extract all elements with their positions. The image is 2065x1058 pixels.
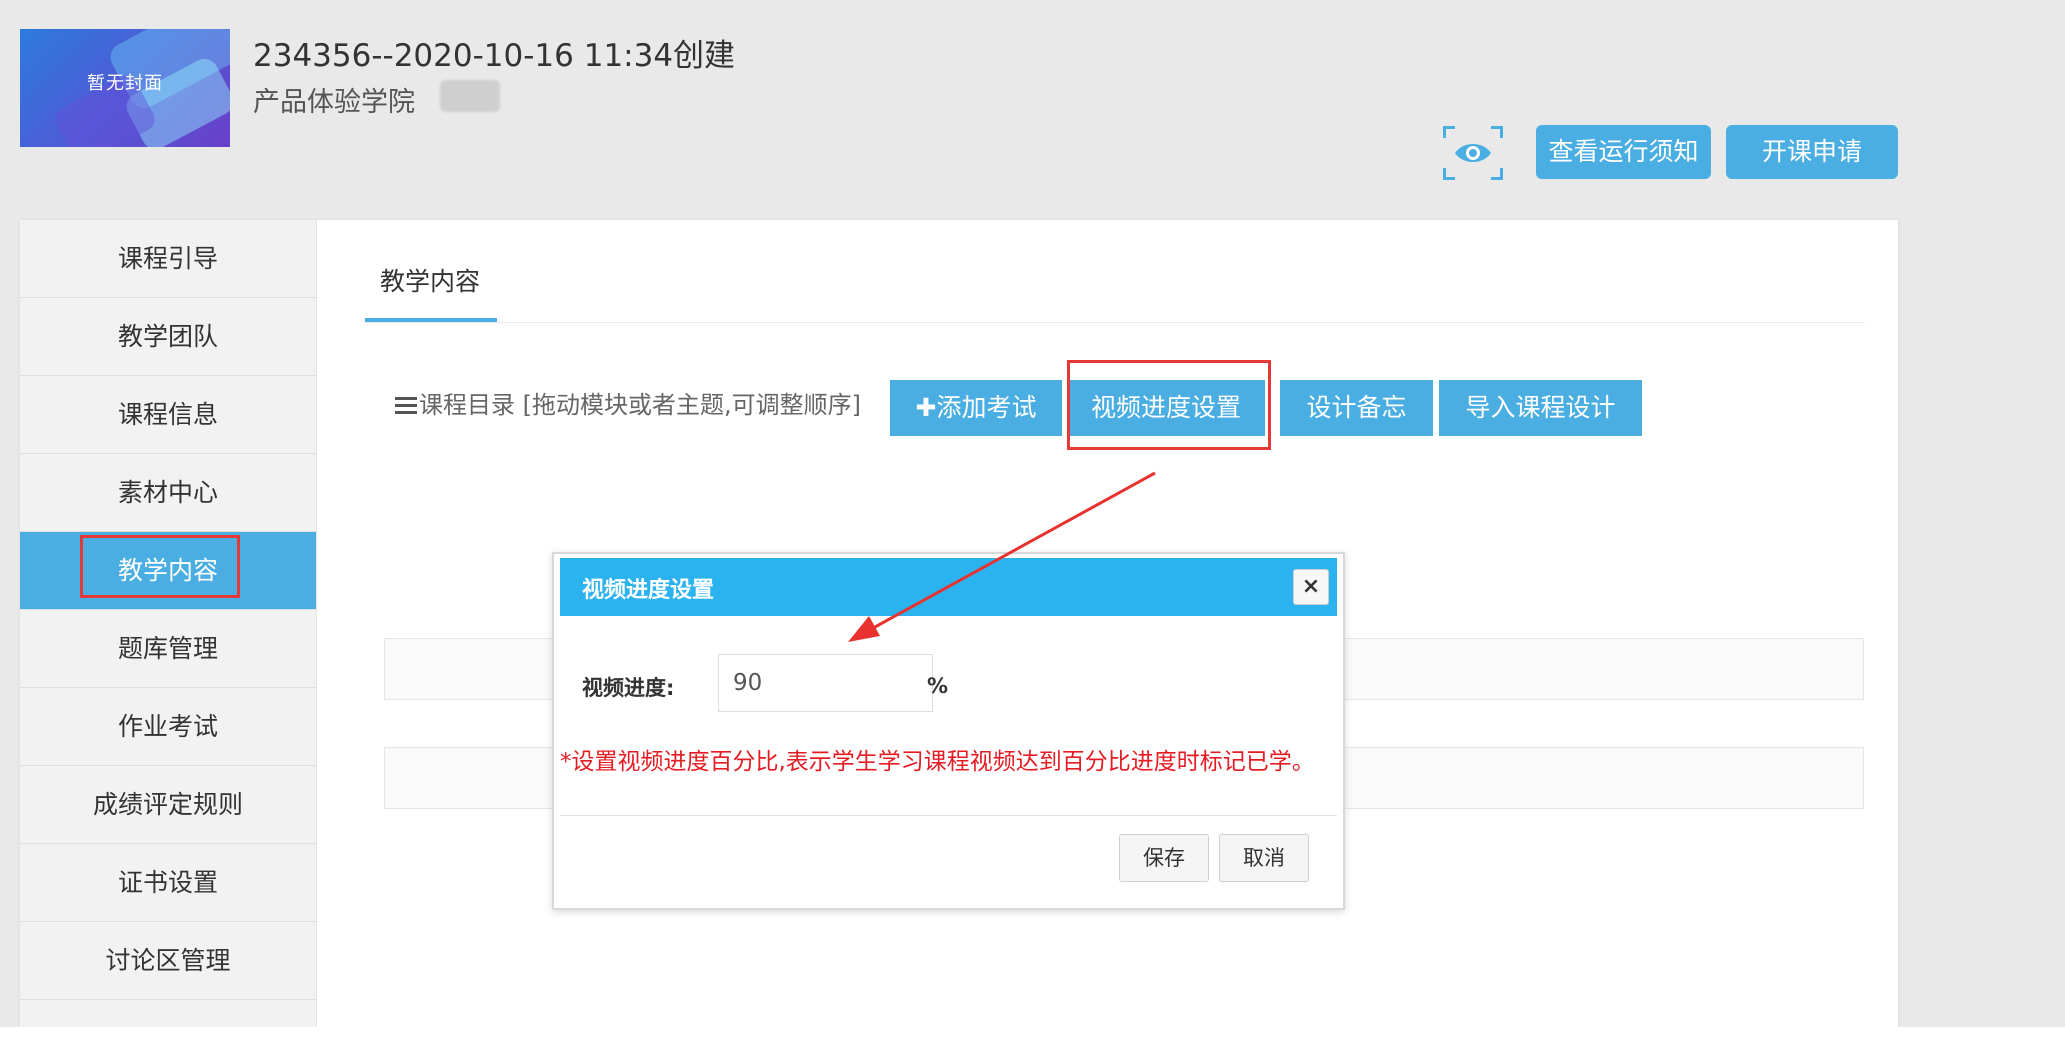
course-apply-button[interactable]: 开课申请 xyxy=(1726,125,1898,179)
sidebar-item-label: 素材中心 xyxy=(117,478,218,507)
sidebar-item-homework-exam[interactable]: 作业考试 xyxy=(20,688,316,766)
tab-divider xyxy=(365,322,1865,323)
list-icon xyxy=(395,397,417,414)
sidebar-item-label: 成绩评定规则 xyxy=(92,790,243,819)
sidebar-item-label: 课程引导 xyxy=(117,244,218,273)
progress-hint-text: *设置视频进度百分比,表示学生学习课程视频达到百分比进度时标记已学。 xyxy=(560,749,1315,775)
sidebar-item-course-guide[interactable]: 课程引导 xyxy=(20,220,316,298)
sidebar-item-grading-rules[interactable]: 成绩评定规则 xyxy=(20,766,316,844)
sidebar-item-teaching-content[interactable]: 教学内容 xyxy=(20,532,316,610)
preview-eye-button[interactable] xyxy=(1443,126,1503,180)
dialog-header: 视频进度设置 × xyxy=(560,558,1337,616)
sidebar-item-label: 证书设置 xyxy=(117,868,218,897)
view-rules-button[interactable]: 查看运行须知 xyxy=(1536,125,1711,179)
sidebar-item-discussion[interactable]: 讨论区管理 xyxy=(20,922,316,1000)
sidebar-item-teaching-team[interactable]: 教学团队 xyxy=(20,298,316,376)
sidebar-item-course-info[interactable]: 课程信息 xyxy=(20,376,316,454)
sidebar: 课程引导 教学团队 课程信息 素材中心 教学内容 题库管理 作业考试 成绩评定规… xyxy=(20,220,317,1027)
cover-placeholder-text: 暂无封面 xyxy=(87,73,163,94)
video-progress-input[interactable]: 90 xyxy=(718,654,933,712)
video-progress-dialog: 视频进度设置 × 视频进度: 90 % *设置视频进度百分比,表示学生学习课程视… xyxy=(552,552,1345,910)
percent-unit: % xyxy=(927,674,949,698)
tab-teaching-content[interactable]: 教学内容 xyxy=(365,220,497,323)
save-button[interactable]: 保存 xyxy=(1119,834,1209,882)
sidebar-item-material-center[interactable]: 素材中心 xyxy=(20,454,316,532)
sidebar-item-label: 讨论区管理 xyxy=(105,946,231,975)
sidebar-item-label: 课程信息 xyxy=(117,400,218,429)
video-progress-label: 视频进度: xyxy=(582,676,675,700)
cancel-button[interactable]: 取消 xyxy=(1219,834,1309,882)
course-title: 234356--2020-10-16 11:34创建 xyxy=(253,38,736,74)
sidebar-item-certificate[interactable]: 证书设置 xyxy=(20,844,316,922)
page-background: 暂无封面 234356--2020-10-16 11:34创建 产品体验学院 查… xyxy=(0,0,2065,1027)
school-name: 产品体验学院 xyxy=(253,87,415,118)
sidebar-item-question-bank[interactable]: 题库管理 xyxy=(20,610,316,688)
design-memo-button[interactable]: 设计备忘 xyxy=(1280,380,1433,436)
highlight-box xyxy=(1067,360,1271,450)
tab-label: 教学内容 xyxy=(380,267,481,296)
eye-icon xyxy=(1455,144,1491,162)
sidebar-item-label: 作业考试 xyxy=(117,712,218,741)
import-design-button[interactable]: 导入课程设计 xyxy=(1439,380,1642,436)
sidebar-item-label: 题库管理 xyxy=(117,634,218,663)
add-exam-button[interactable]: ✚添加考试 xyxy=(890,380,1062,436)
catalog-heading: 课程目录 [拖动模块或者主题,可调整顺序] xyxy=(395,385,861,420)
blurred-info xyxy=(440,80,500,112)
dialog-divider xyxy=(560,815,1337,816)
catalog-label-text: 课程目录 [拖动模块或者主题,可调整顺序] xyxy=(419,391,861,419)
highlight-box xyxy=(80,535,240,598)
dialog-title: 视频进度设置 xyxy=(582,578,715,603)
close-icon[interactable]: × xyxy=(1293,569,1329,605)
course-cover-image: 暂无封面 xyxy=(20,29,230,147)
sidebar-item-label: 教学团队 xyxy=(117,322,218,351)
